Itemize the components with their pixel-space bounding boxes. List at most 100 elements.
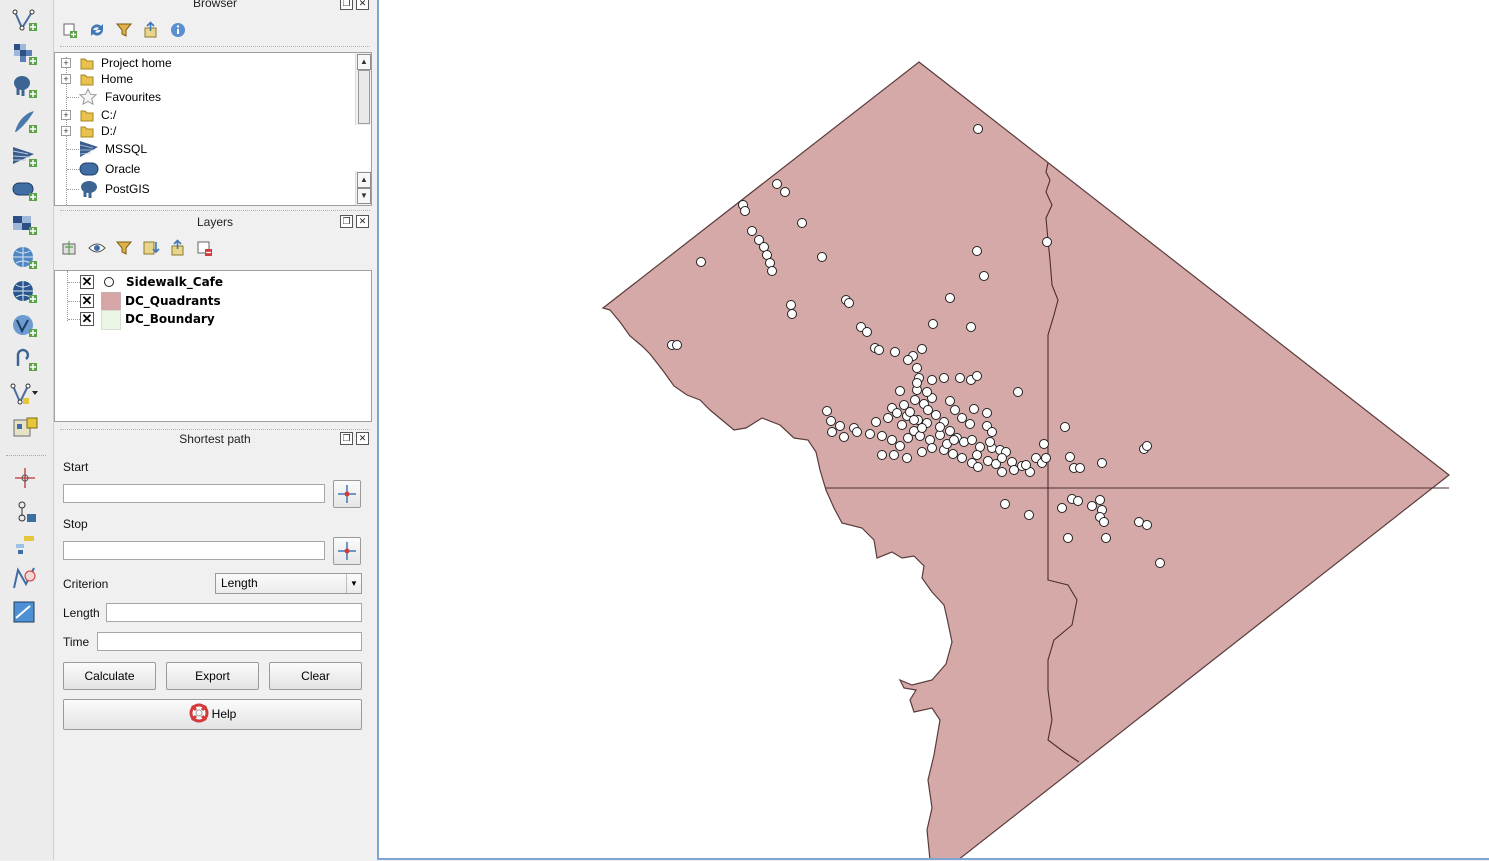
sidewalk-cafe-point [839, 432, 849, 442]
fill-symbol-swatch [101, 310, 121, 330]
sidewalk-cafe-point [972, 246, 982, 256]
browser-tree[interactable]: + Project home + Home Favourites + C:/ +… [54, 52, 372, 206]
expand-icon[interactable]: + [61, 110, 71, 120]
sidewalk-cafe-point [931, 410, 941, 420]
new-shapefile-icon[interactable] [10, 380, 40, 408]
sidewalk-cafe-point [822, 406, 832, 416]
sidewalk-cafe-point [787, 309, 797, 319]
chevron-down-icon: ▼ [346, 574, 361, 593]
scroll-down-icon[interactable]: ▼ [357, 188, 371, 204]
filter-legend-icon[interactable] [114, 238, 134, 258]
sidewalk-cafe-point [865, 429, 875, 439]
sidewalk-cafe-point [939, 373, 949, 383]
float-panel-icon[interactable]: ❐ [340, 432, 353, 445]
sidewalk-cafe-point [1099, 517, 1109, 527]
digitize-point-icon[interactable] [10, 464, 40, 492]
layer-visibility-checkbox[interactable]: ✕ [80, 294, 94, 308]
georeferencer-icon[interactable] [10, 564, 40, 592]
add-mssql-layer-icon[interactable] [10, 142, 40, 170]
length-output-field[interactable] [106, 603, 362, 622]
time-output-field[interactable] [97, 632, 362, 651]
map-view[interactable] [379, 0, 1489, 861]
layer-visibility-checkbox[interactable]: ✕ [80, 312, 94, 326]
start-label: Start [63, 460, 89, 474]
folder-icon [80, 126, 94, 138]
info-icon[interactable] [168, 20, 188, 40]
add-wms-layer-icon[interactable] [10, 244, 40, 272]
layer-visibility-checkbox[interactable]: ✕ [80, 275, 94, 289]
float-panel-icon[interactable]: ❐ [340, 0, 353, 10]
sidewalk-cafe-point [945, 396, 955, 406]
stop-point-field[interactable] [63, 541, 325, 560]
capture-stop-point-button[interactable] [333, 537, 361, 565]
add-group-icon[interactable] [60, 238, 80, 258]
scroll-up-icon[interactable]: ▲ [357, 54, 371, 70]
sidewalk-cafe-point [967, 435, 977, 445]
sidewalk-cafe-point [957, 413, 967, 423]
node-tool-icon[interactable] [10, 498, 40, 526]
expand-all-icon[interactable] [141, 238, 161, 258]
sidewalk-cafe-point [895, 386, 905, 396]
add-postgis-layer-icon[interactable] [10, 73, 40, 101]
map-canvas[interactable] [377, 0, 1489, 861]
sidewalk-cafe-point [997, 467, 1007, 477]
sidewalk-cafe-point [780, 187, 790, 197]
start-point-field[interactable] [63, 484, 325, 503]
add-virtual-layer-icon[interactable] [10, 414, 40, 442]
sidewalk-cafe-point [772, 179, 782, 189]
expand-icon[interactable]: + [61, 74, 71, 84]
sidewalk-cafe-point [890, 347, 900, 357]
data-source-toolbar [0, 0, 54, 860]
capture-start-point-button[interactable] [333, 480, 361, 508]
add-spatialite-layer-icon[interactable] [10, 108, 40, 136]
browser-scrollbar[interactable]: ▲ [355, 53, 371, 125]
add-raster-layer-icon[interactable] [10, 40, 40, 68]
sidewalk-cafe-point [1065, 452, 1075, 462]
sidewalk-cafe-point [1087, 501, 1097, 511]
remove-layer-icon[interactable] [195, 238, 215, 258]
sidewalk-cafe-point [948, 449, 958, 459]
float-panel-icon[interactable]: ❐ [340, 215, 353, 228]
criterion-select[interactable]: Length ▼ [215, 573, 362, 594]
add-vector-layer-icon[interactable] [10, 6, 40, 34]
sidewalk-cafe-point [985, 437, 995, 447]
close-panel-icon[interactable]: ✕ [356, 0, 369, 10]
calculate-button[interactable]: Calculate [63, 662, 156, 690]
sidewalk-cafe-point [973, 462, 983, 472]
sidewalk-cafe-point [987, 427, 997, 437]
expand-icon[interactable]: + [61, 126, 71, 136]
folder-icon [80, 58, 94, 70]
map-frame-icon[interactable] [10, 598, 40, 626]
close-panel-icon[interactable]: ✕ [356, 215, 369, 228]
manage-visibility-icon[interactable] [87, 238, 107, 258]
help-button[interactable]: Help [63, 699, 362, 730]
move-feature-icon[interactable] [10, 530, 40, 558]
scroll-thumb[interactable] [358, 70, 370, 124]
sidewalk-cafe-point [696, 257, 706, 267]
sidewalk-cafe-point [927, 375, 937, 385]
expand-icon[interactable]: + [61, 58, 71, 68]
sidewalk-cafe-point [767, 266, 777, 276]
export-button[interactable]: Export [166, 662, 259, 690]
sidewalk-cafe-point [945, 293, 955, 303]
sidewalk-cafe-point [852, 427, 862, 437]
add-virtual-layer-icon[interactable] [10, 210, 40, 238]
close-panel-icon[interactable]: ✕ [356, 432, 369, 445]
refresh-icon[interactable] [87, 20, 107, 40]
collapse-all-icon[interactable] [141, 20, 161, 40]
filter-icon[interactable] [114, 20, 134, 40]
add-selected-layers-icon[interactable] [60, 20, 80, 40]
add-wfs-layer-icon[interactable] [10, 312, 40, 340]
add-delimited-text-icon[interactable] [10, 346, 40, 374]
sidewalk-cafe-point [877, 431, 887, 441]
sidewalk-cafe-point [740, 206, 750, 216]
add-wcs-layer-icon[interactable] [10, 278, 40, 306]
clear-button[interactable]: Clear [269, 662, 362, 690]
collapse-all-icon[interactable] [168, 238, 188, 258]
layers-tree[interactable]: ✕ Sidewalk_Cafe ✕ DC_Quadrants ✕ DC_Boun… [54, 270, 372, 422]
browser-scrollbar-lower[interactable]: ▲ ▼ [355, 171, 371, 205]
scroll-up-icon[interactable]: ▲ [357, 172, 371, 188]
add-oracle-layer-icon[interactable] [10, 176, 40, 204]
sidewalk-cafe-point [1013, 387, 1023, 397]
sidewalk-cafe-point [826, 416, 836, 426]
